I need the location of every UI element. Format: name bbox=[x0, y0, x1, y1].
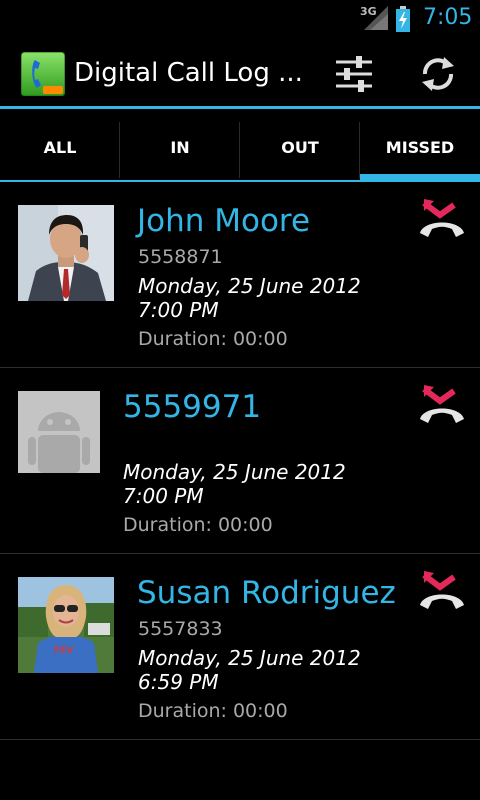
refresh-icon bbox=[422, 57, 454, 91]
call-time: 7:00 PM bbox=[138, 298, 219, 322]
refresh-button[interactable] bbox=[410, 48, 466, 100]
status-bar: 3G 7:05 bbox=[0, 0, 480, 38]
tab-label: OUT bbox=[281, 138, 319, 157]
app-logo-icon[interactable] bbox=[21, 52, 65, 96]
tab-underline bbox=[120, 180, 240, 182]
sliders-icon bbox=[336, 56, 372, 92]
contact-name: John Moore bbox=[137, 203, 311, 239]
list-divider bbox=[0, 367, 480, 368]
call-duration: Duration: 00:00 bbox=[138, 700, 288, 722]
app-title: Digital Call Log ... bbox=[74, 58, 303, 88]
missed-call-icon bbox=[420, 385, 464, 423]
call-time: 6:59 PM bbox=[138, 670, 219, 694]
call-time: 7:00 PM bbox=[123, 484, 204, 508]
list-divider bbox=[0, 553, 480, 554]
tab-label: ALL bbox=[43, 138, 77, 157]
missed-call-icon bbox=[420, 571, 464, 609]
call-list-item[interactable]: FEV Susan Rodriguez 5557833 Monday, 25 J… bbox=[0, 555, 480, 740]
svg-text:FEV: FEV bbox=[54, 646, 73, 656]
contact-photo bbox=[18, 205, 114, 301]
clock: 7:05 bbox=[423, 5, 473, 30]
phone-number: 5557833 bbox=[138, 618, 223, 640]
settings-button[interactable] bbox=[326, 48, 382, 100]
tab-underline bbox=[240, 180, 360, 182]
tab-label: IN bbox=[170, 138, 190, 157]
list-divider bbox=[0, 739, 480, 740]
tab-underline bbox=[0, 180, 120, 182]
contact-name: 5559971 bbox=[123, 389, 262, 425]
tab-in[interactable]: IN bbox=[120, 118, 240, 182]
battery-charging-icon bbox=[396, 6, 410, 32]
tab-all[interactable]: ALL bbox=[0, 118, 120, 182]
call-duration: Duration: 00:00 bbox=[123, 514, 273, 536]
tab-label: MISSED bbox=[385, 138, 455, 157]
contact-photo-placeholder bbox=[18, 391, 100, 473]
missed-call-icon bbox=[420, 199, 464, 237]
call-list-item[interactable]: John Moore 5558871 Monday, 25 June 2012 … bbox=[0, 183, 480, 368]
tab-selected-indicator bbox=[360, 174, 480, 182]
tab-missed[interactable]: MISSED bbox=[360, 118, 480, 182]
call-date: Monday, 25 June 2012 bbox=[138, 274, 361, 298]
signal-icon bbox=[364, 6, 388, 30]
tab-out[interactable]: OUT bbox=[240, 118, 360, 182]
contact-photo: FEV bbox=[18, 577, 114, 673]
action-bar-divider bbox=[0, 106, 480, 109]
action-bar: Digital Call Log ... bbox=[0, 38, 480, 106]
call-date: Monday, 25 June 2012 bbox=[123, 460, 346, 484]
contact-name: Susan Rodriguez bbox=[137, 575, 396, 611]
call-duration: Duration: 00:00 bbox=[138, 328, 288, 350]
call-list-item[interactable]: 5559971 Monday, 25 June 2012 7:00 PM Dur… bbox=[0, 369, 480, 554]
phone-number: 5558871 bbox=[138, 246, 223, 268]
call-date: Monday, 25 June 2012 bbox=[138, 646, 361, 670]
call-filter-tabs: ALL IN OUT MISSED bbox=[0, 118, 480, 182]
